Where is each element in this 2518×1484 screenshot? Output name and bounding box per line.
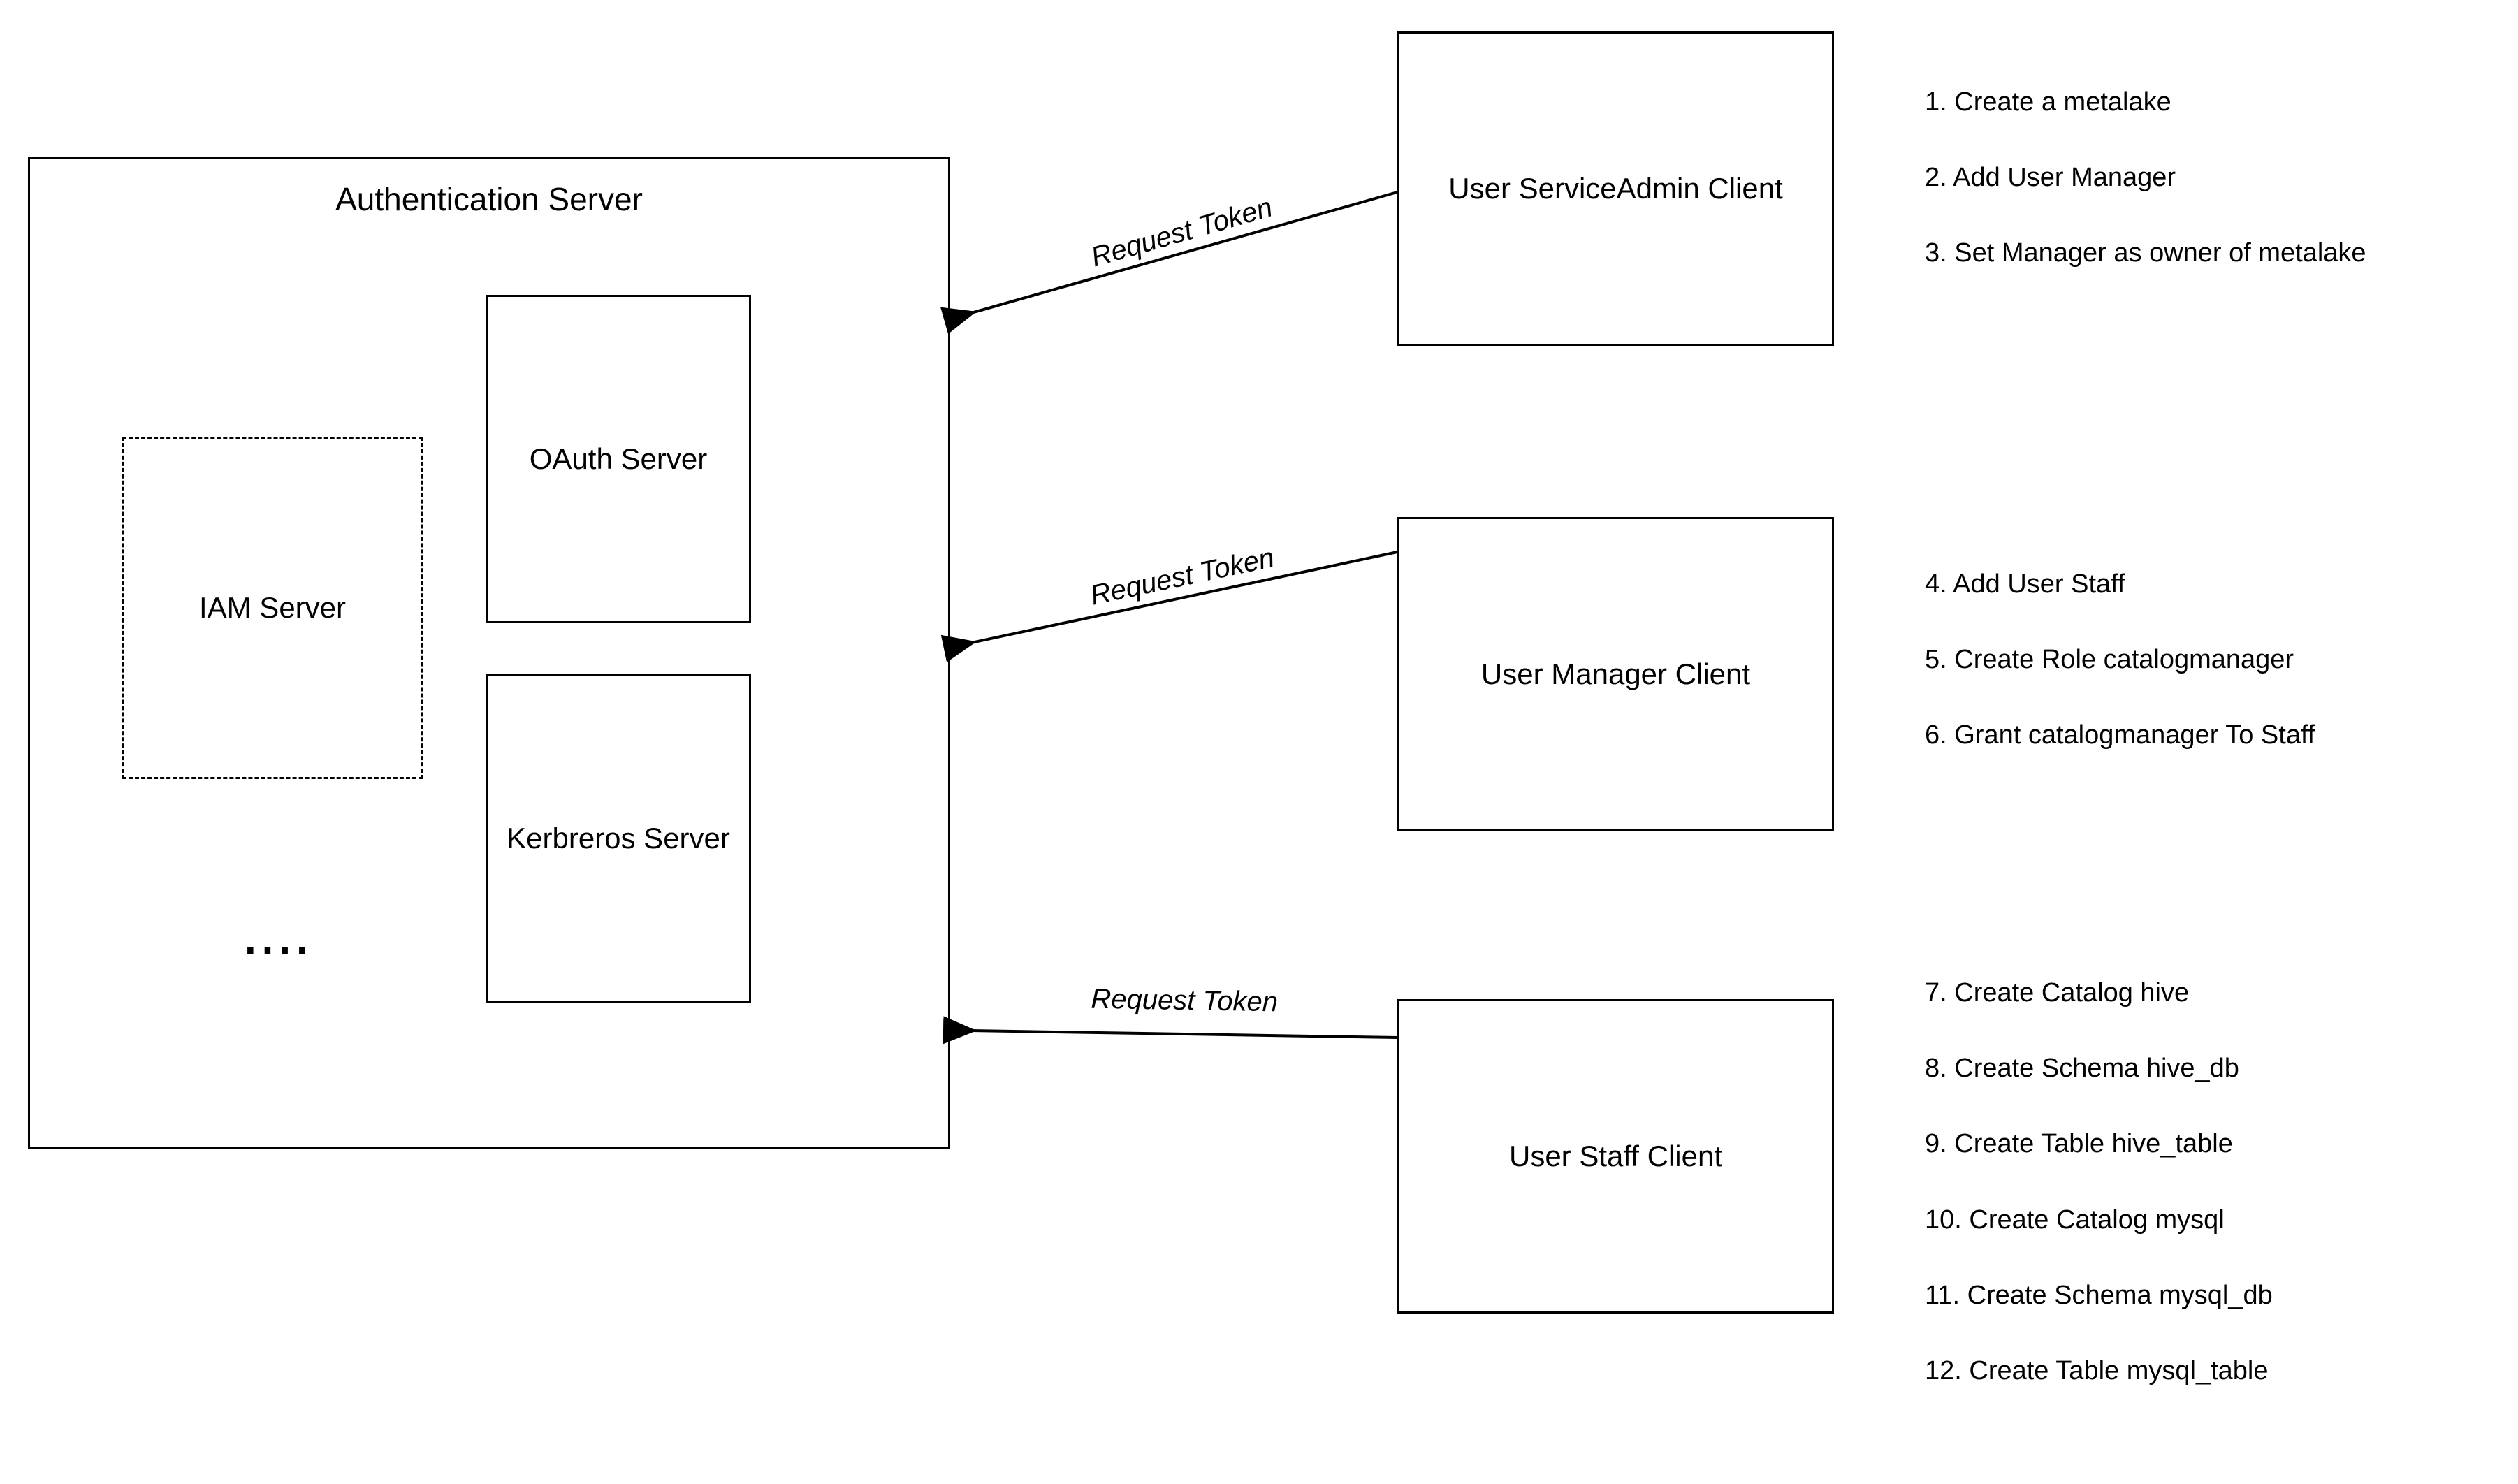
step-11: 11. Create Schema mysql_db (1925, 1277, 2273, 1314)
arrow-label-2: Request Token (1088, 542, 1277, 611)
step-1: 1. Create a metalake (1925, 84, 2366, 121)
step-4: 4. Add User Staff (1925, 566, 2315, 603)
oauth-server-box: OAuth Server (486, 295, 751, 623)
steps-service-admin: 1. Create a metalake 2. Add User Manager… (1925, 84, 2366, 311)
ellipsis-label: .... (245, 915, 314, 963)
iam-server-box: IAM Server (122, 437, 423, 779)
manager-client-box: User Manager Client (1397, 517, 1834, 831)
arrow-service-admin (971, 192, 1397, 313)
step-10: 10. Create Catalog mysql (1925, 1202, 2273, 1239)
step-2: 2. Add User Manager (1925, 159, 2366, 196)
arrow-manager (971, 552, 1397, 643)
arrow-label-3: Request Token (1091, 984, 1278, 1018)
step-8: 8. Create Schema hive_db (1925, 1050, 2273, 1087)
iam-server-label: IAM Server (199, 591, 346, 625)
steps-staff: 7. Create Catalog hive 8. Create Schema … (1925, 975, 2273, 1428)
staff-client-label: User Staff Client (1509, 1140, 1722, 1173)
step-6: 6. Grant catalogmanager To Staff (1925, 717, 2315, 754)
arrow-label-1: Request Token (1088, 191, 1276, 272)
manager-client-label: User Manager Client (1481, 657, 1750, 691)
step-12: 12. Create Table mysql_table (1925, 1353, 2273, 1390)
service-admin-client-box: User ServiceAdmin Client (1397, 31, 1834, 346)
kerberos-server-box: Kerbreros Server (486, 674, 751, 1003)
oauth-server-label: OAuth Server (530, 442, 707, 476)
step-9: 9. Create Table hive_table (1925, 1126, 2273, 1163)
kerberos-server-label: Kerbreros Server (507, 822, 730, 855)
auth-server-title: Authentication Server (335, 180, 643, 218)
step-3: 3. Set Manager as owner of metalake (1925, 235, 2366, 272)
service-admin-client-label: User ServiceAdmin Client (1448, 172, 1783, 205)
arrow-staff (971, 1031, 1397, 1038)
steps-manager: 4. Add User Staff 5. Create Role catalog… (1925, 566, 2315, 793)
step-5: 5. Create Role catalogmanager (1925, 641, 2315, 678)
staff-client-box: User Staff Client (1397, 999, 1834, 1314)
step-7: 7. Create Catalog hive (1925, 975, 2273, 1012)
